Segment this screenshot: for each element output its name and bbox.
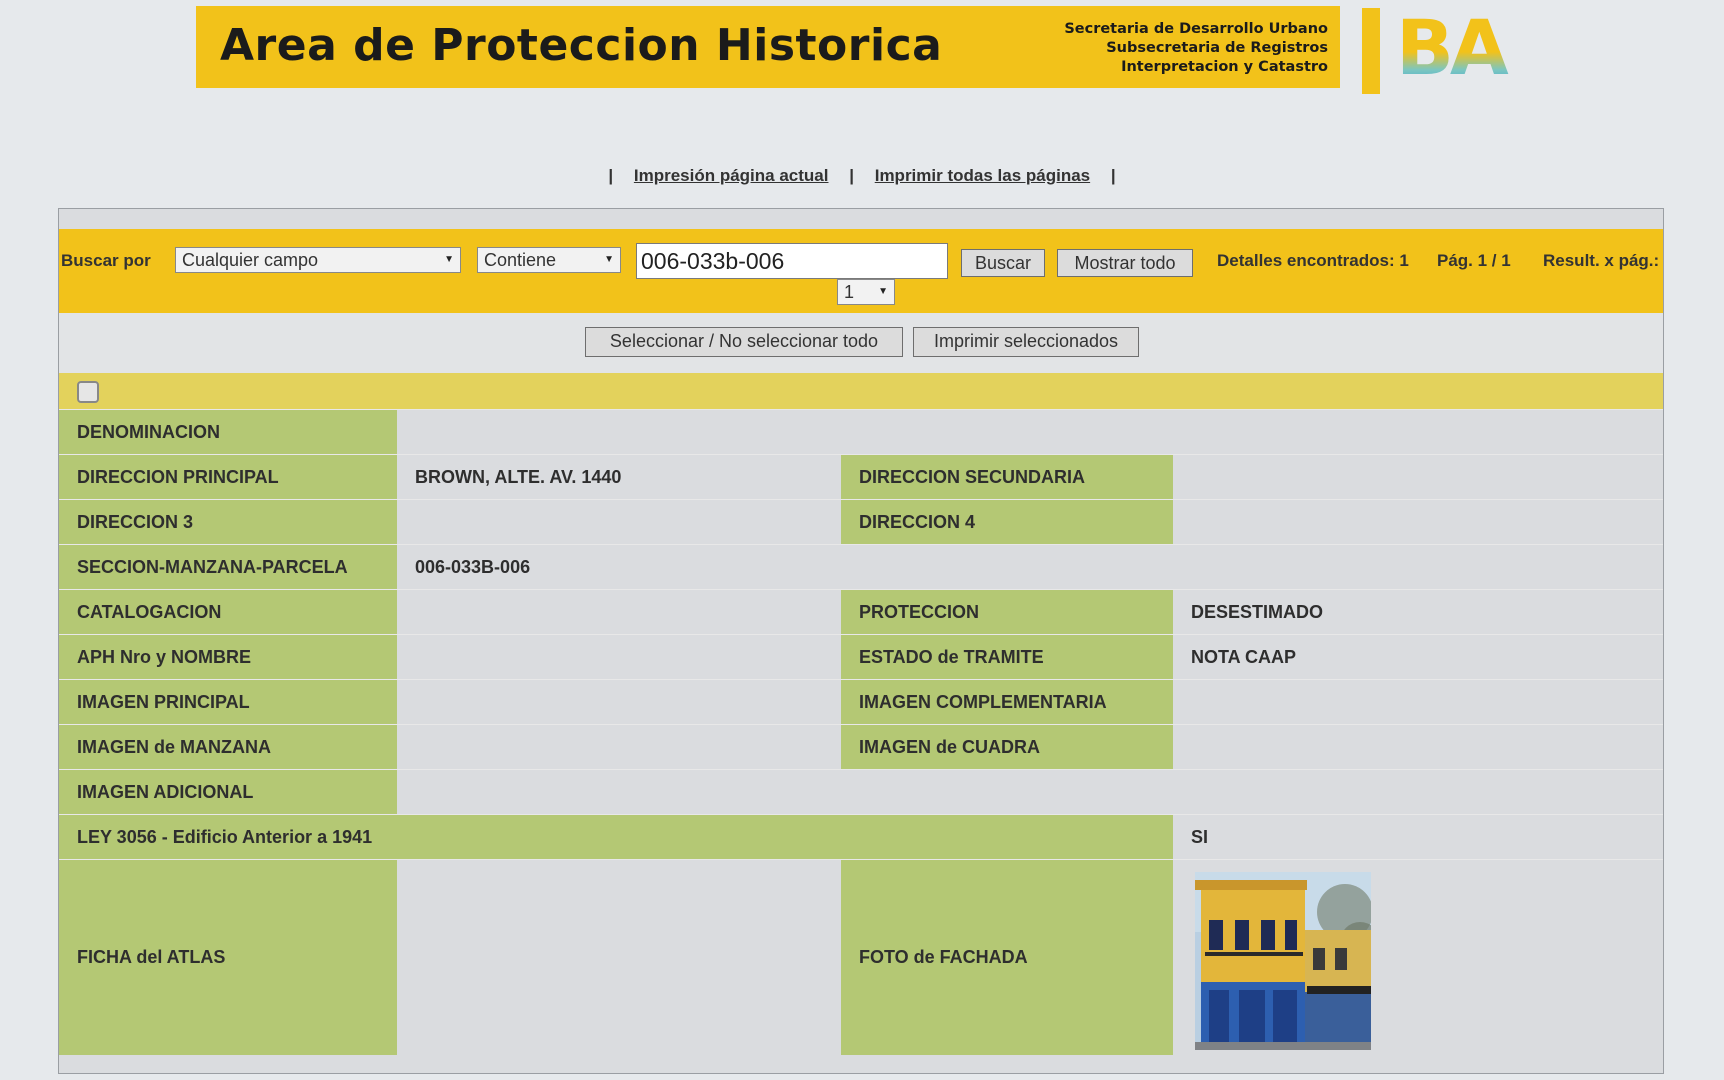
direccion-secundaria-value bbox=[1173, 455, 1663, 499]
search-field-select[interactable]: Cualquier campo ▼ bbox=[175, 247, 461, 273]
search-bar: Buscar por Cualquier campo ▼ Contiene ▼ … bbox=[59, 229, 1663, 313]
search-field-value: Cualquier campo bbox=[182, 250, 319, 270]
print-separator-2: | bbox=[849, 166, 854, 185]
results-per-page-select[interactable]: 1 ▼ bbox=[837, 279, 895, 305]
imagen-adicional-value bbox=[397, 770, 1663, 814]
catalogacion-value bbox=[397, 590, 841, 634]
direccion-3-label: DIRECCION 3 bbox=[59, 500, 397, 544]
imagen-adicional-label: IMAGEN ADICIONAL bbox=[59, 770, 397, 814]
select-all-button[interactable]: Seleccionar / No seleccionar todo bbox=[585, 327, 903, 357]
facade-photo[interactable] bbox=[1195, 872, 1371, 1050]
table-row: IMAGEN de MANZANA IMAGEN de CUADRA bbox=[59, 724, 1663, 769]
table-row: FICHA del ATLAS FOTO de FACHADA bbox=[59, 859, 1663, 1055]
org-line-2: Subsecretaria de Registros bbox=[1106, 40, 1328, 56]
print-links: | Impresión página actual | Imprimir tod… bbox=[0, 166, 1724, 186]
table-row: DIRECCION PRINCIPAL BROWN, ALTE. AV. 144… bbox=[59, 454, 1663, 499]
imagen-manzana-label: IMAGEN de MANZANA bbox=[59, 725, 397, 769]
ficha-atlas-value bbox=[397, 860, 841, 1055]
estado-tramite-label: ESTADO de TRAMITE bbox=[841, 635, 1173, 679]
page-title: Area de Proteccion Historica bbox=[220, 20, 943, 71]
table-row: DIRECCION 3 DIRECCION 4 bbox=[59, 499, 1663, 544]
chevron-down-icon: ▼ bbox=[444, 254, 454, 265]
table-row: IMAGEN ADICIONAL bbox=[59, 769, 1663, 814]
imagen-manzana-value bbox=[397, 725, 841, 769]
ficha-atlas-label: FICHA del ATLAS bbox=[59, 860, 397, 1055]
record-header-strip bbox=[59, 373, 1663, 409]
org-line-3: Interpretacion y Catastro bbox=[1121, 59, 1328, 75]
results-found: Detalles encontrados: 1 bbox=[1217, 251, 1409, 270]
print-all-pages-link[interactable]: Imprimir todas las páginas bbox=[875, 166, 1090, 185]
search-operator-value: Contiene bbox=[484, 250, 557, 270]
table-row: APH Nro y NOMBRE ESTADO de TRAMITE NOTA … bbox=[59, 634, 1663, 679]
record-checkbox[interactable] bbox=[77, 381, 99, 403]
print-separator-1: | bbox=[608, 166, 614, 185]
ley-3056-label: LEY 3056 - Edificio Anterior a 1941 bbox=[59, 815, 1173, 859]
ba-logo: BA bbox=[1396, 10, 1513, 80]
imagen-cuadra-value bbox=[1173, 725, 1663, 769]
table-row: DENOMINACION bbox=[59, 409, 1663, 454]
results-panel: Buscar por Cualquier campo ▼ Contiene ▼ … bbox=[58, 208, 1664, 1074]
direccion-3-value bbox=[397, 500, 841, 544]
search-input[interactable] bbox=[636, 243, 948, 279]
org-line-1: Secretaria de Desarrollo Urbano bbox=[1064, 21, 1328, 37]
table-row: LEY 3056 - Edificio Anterior a 1941 SI bbox=[59, 814, 1663, 859]
show-all-button[interactable]: Mostrar todo bbox=[1057, 249, 1193, 277]
organization-name: Secretaria de Desarrollo Urbano Subsecre… bbox=[1064, 20, 1328, 77]
direccion-principal-label: DIRECCION PRINCIPAL bbox=[59, 455, 397, 499]
catalogacion-label: CATALOGACION bbox=[59, 590, 397, 634]
search-button[interactable]: Buscar bbox=[961, 249, 1045, 277]
smp-label: SECCION-MANZANA-PARCELA bbox=[59, 545, 397, 589]
aph-label: APH Nro y NOMBRE bbox=[59, 635, 397, 679]
results-per-page-value: 1 bbox=[844, 282, 855, 302]
print-current-page-link[interactable]: Impresión página actual bbox=[634, 166, 829, 185]
imagen-cuadra-label: IMAGEN de CUADRA bbox=[841, 725, 1173, 769]
page-indicator: Pág. 1 / 1 bbox=[1437, 251, 1511, 270]
imagen-principal-value bbox=[397, 680, 841, 724]
selection-actions: Seleccionar / No seleccionar todo Imprim… bbox=[59, 313, 1663, 373]
logo-text: BA bbox=[1396, 10, 1509, 80]
estado-tramite-value: NOTA CAAP bbox=[1191, 646, 1296, 667]
header-banner: Area de Proteccion Historica Secretaria … bbox=[196, 6, 1340, 88]
foto-fachada-label: FOTO de FACHADA bbox=[841, 860, 1173, 1055]
denominacion-value bbox=[397, 410, 1663, 454]
direccion-4-label: DIRECCION 4 bbox=[841, 500, 1173, 544]
smp-value: 006-033B-006 bbox=[415, 556, 531, 577]
search-operator-select[interactable]: Contiene ▼ bbox=[477, 247, 621, 273]
chevron-down-icon: ▼ bbox=[604, 254, 614, 265]
table-row: IMAGEN PRINCIPAL IMAGEN COMPLEMENTARIA bbox=[59, 679, 1663, 724]
imagen-complementaria-value bbox=[1173, 680, 1663, 724]
direccion-secundaria-label: DIRECCION SECUNDARIA bbox=[841, 455, 1173, 499]
denominacion-label: DENOMINACION bbox=[59, 410, 397, 454]
imagen-principal-label: IMAGEN PRINCIPAL bbox=[59, 680, 397, 724]
aph-value bbox=[397, 635, 841, 679]
print-selected-button[interactable]: Imprimir seleccionados bbox=[913, 327, 1139, 357]
direccion-4-value bbox=[1173, 500, 1663, 544]
logo-divider bbox=[1362, 8, 1380, 94]
search-by-label: Buscar por bbox=[61, 251, 151, 270]
proteccion-label: PROTECCION bbox=[841, 590, 1173, 634]
proteccion-value: DESESTIMADO bbox=[1191, 601, 1324, 622]
table-row: CATALOGACION PROTECCION DESESTIMADO bbox=[59, 589, 1663, 634]
imagen-complementaria-label: IMAGEN COMPLEMENTARIA bbox=[841, 680, 1173, 724]
table-row: SECCION-MANZANA-PARCELA 006-033B-006 bbox=[59, 544, 1663, 589]
results-per-page-label: Result. x pág.: bbox=[1543, 251, 1660, 270]
direccion-principal-value: BROWN, ALTE. AV. 1440 bbox=[415, 466, 622, 487]
chevron-down-icon: ▼ bbox=[878, 286, 888, 297]
print-separator-3: | bbox=[1110, 166, 1116, 185]
ley-3056-value: SI bbox=[1191, 826, 1209, 847]
